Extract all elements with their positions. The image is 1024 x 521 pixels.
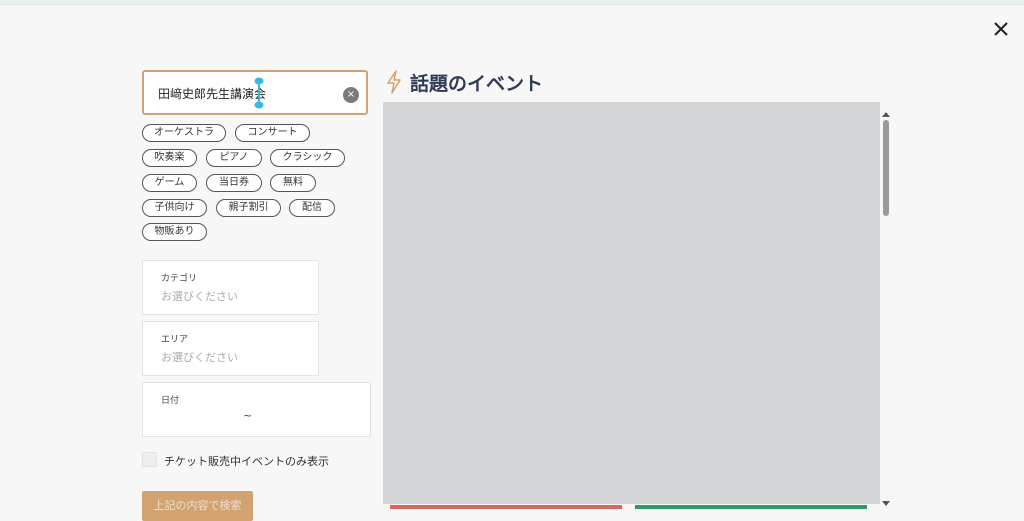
tag-chip[interactable]: 無料 [270, 174, 316, 192]
lightning-icon [387, 70, 401, 94]
scroll-down-icon[interactable] [881, 500, 891, 508]
keyword-search-input[interactable]: 田﨑史郎先生講演会 × [142, 70, 368, 115]
text-cursor-icon [254, 77, 264, 109]
date-range-field[interactable]: 日付 ~ [142, 382, 371, 437]
area-select[interactable]: エリア お選びください [142, 321, 319, 376]
area-label: エリア [161, 335, 189, 345]
on-sale-only-label[interactable]: チケット販売中イベントのみ表示 [164, 453, 329, 469]
event-card-green[interactable] [635, 505, 867, 509]
search-input-value: 田﨑史郎先生講演会 [158, 87, 267, 101]
close-button[interactable] [990, 18, 1012, 40]
tag-chip[interactable]: 吹奏楽 [142, 149, 197, 167]
tag-chip[interactable]: ピアノ [206, 149, 262, 167]
featured-events-title: 話題のイベント [410, 73, 544, 95]
tag-chip[interactable]: 子供向け [142, 199, 207, 217]
tag-chip[interactable]: 物販あり [142, 223, 207, 241]
tag-chip[interactable]: 親子割引 [216, 199, 281, 217]
scroll-up-icon[interactable] [881, 110, 891, 118]
date-label: 日付 [161, 396, 180, 406]
event-card-red[interactable] [390, 505, 622, 509]
category-label: カテゴリ [161, 274, 198, 284]
search-submit-button[interactable]: 上記の内容で検索 [142, 491, 253, 521]
clear-search-button[interactable]: × [343, 87, 359, 103]
tag-chip[interactable]: コンサート [235, 124, 310, 142]
scrollbar-thumb[interactable] [883, 120, 889, 216]
area-placeholder: お選びください [161, 351, 238, 364]
tag-chip[interactable]: オーケストラ [142, 124, 226, 142]
tag-chip[interactable]: ゲーム [142, 174, 197, 192]
date-range-separator: ~ [243, 409, 253, 422]
on-sale-only-checkbox[interactable] [142, 452, 157, 467]
scrollbar[interactable] [881, 108, 891, 509]
top-border [0, 0, 1024, 5]
tag-chip[interactable]: 配信 [289, 199, 335, 217]
category-select[interactable]: カテゴリ お選びください [142, 260, 319, 315]
close-icon [994, 22, 1008, 36]
featured-event-image[interactable] [383, 102, 880, 504]
tag-chip[interactable]: クラシック [270, 149, 345, 167]
category-placeholder: お選びください [161, 290, 238, 303]
tag-chip[interactable]: 当日券 [206, 174, 262, 192]
